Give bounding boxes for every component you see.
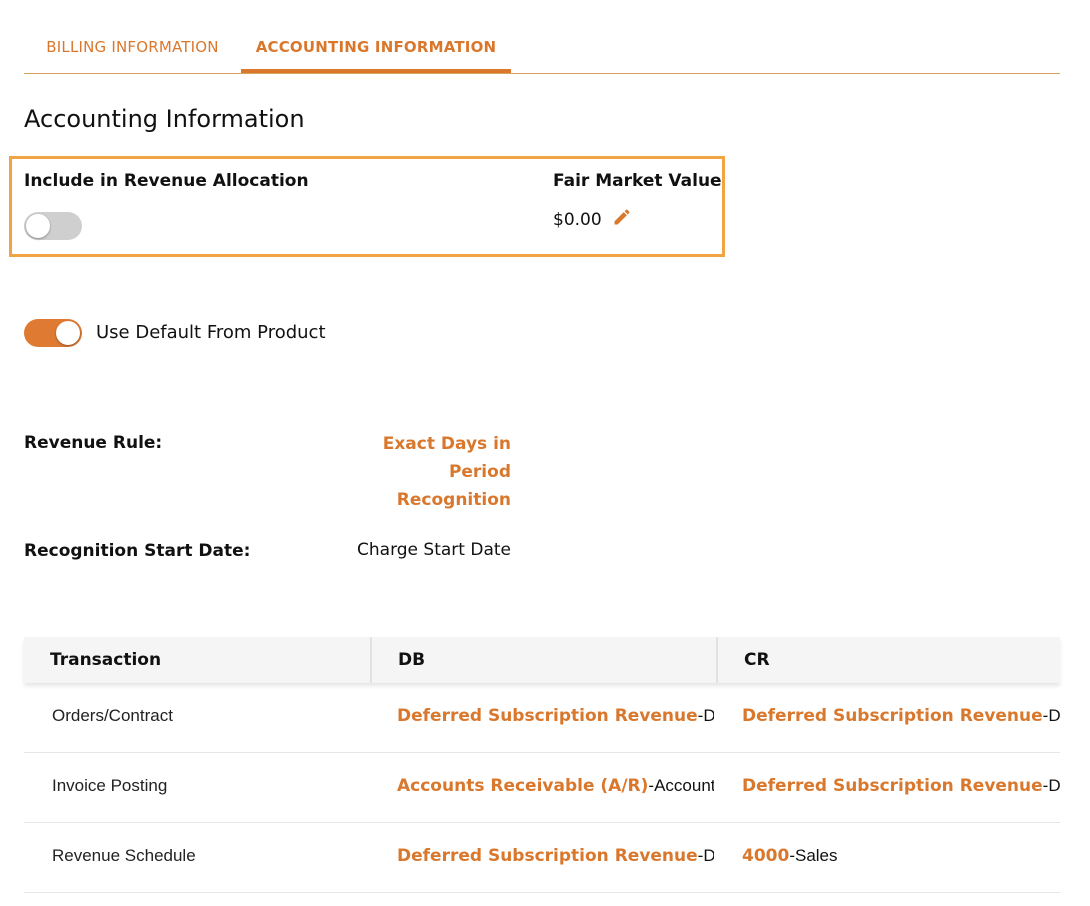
tab-billing-information[interactable]: BILLING INFORMATION bbox=[24, 24, 241, 73]
toggle-knob bbox=[56, 321, 80, 345]
table-row: Invoice Posting Accounts Receivable (A/R… bbox=[24, 753, 1060, 823]
cr-account-link[interactable]: Deferred Subscription Revenue bbox=[742, 706, 1043, 726]
fair-market-value-label: Fair Market Value bbox=[553, 171, 722, 191]
db-cell: Deferred Subscription Revenue-Deferred S… bbox=[397, 823, 714, 891]
table-header: Transaction DB CR bbox=[24, 637, 1060, 683]
transaction-cell: Orders/Contract bbox=[52, 706, 173, 725]
use-default-label: Use Default From Product bbox=[96, 322, 326, 343]
recognition-start-date-value: Charge Start Date bbox=[357, 540, 511, 560]
use-default-toggle[interactable] bbox=[24, 319, 82, 347]
cr-account-desc: -Deferred Subscription Revenue bbox=[1042, 706, 1060, 725]
accounting-table: Transaction DB CR Orders/Contract Deferr… bbox=[24, 637, 1060, 893]
revenue-rule-link[interactable]: Exact Days in Period Recognition bbox=[360, 430, 511, 514]
db-cell: Accounts Receivable (A/R)-Accounts Recei… bbox=[397, 753, 714, 821]
db-cell: Deferred Subscription Revenue-Deferred S… bbox=[397, 683, 714, 751]
db-account-link[interactable]: Accounts Receivable (A/R) bbox=[397, 776, 648, 796]
fair-market-value: $0.00 bbox=[553, 210, 602, 230]
cr-account-link[interactable]: Deferred Subscription Revenue bbox=[742, 776, 1043, 796]
transaction-cell: Revenue Schedule bbox=[52, 846, 196, 865]
tab-bar: BILLING INFORMATION ACCOUNTING INFORMATI… bbox=[24, 24, 1060, 74]
cr-cell: Deferred Subscription Revenue-Deferred S… bbox=[742, 683, 1060, 751]
column-header-db: DB bbox=[370, 637, 716, 683]
revenue-rule-label: Revenue Rule: bbox=[24, 433, 163, 453]
tab-accounting-information[interactable]: ACCOUNTING INFORMATION bbox=[241, 24, 511, 73]
db-account-link[interactable]: Deferred Subscription Revenue bbox=[397, 846, 698, 866]
db-account-desc: -Deferred Subscription Revenue bbox=[697, 846, 714, 865]
page-title: Accounting Information bbox=[24, 105, 305, 133]
include-revenue-allocation-toggle[interactable] bbox=[24, 212, 82, 240]
db-account-desc: -Deferred Subscription Revenue bbox=[697, 706, 714, 725]
db-account-link[interactable]: Deferred Subscription Revenue bbox=[397, 706, 698, 726]
table-row: Revenue Schedule Deferred Subscription R… bbox=[24, 823, 1060, 893]
cr-account-desc: -Sales bbox=[789, 846, 838, 865]
pencil-icon[interactable] bbox=[612, 207, 632, 227]
cr-cell: 4000-Sales bbox=[742, 823, 1060, 891]
cr-account-link[interactable]: 4000 bbox=[742, 846, 789, 866]
table-row: Orders/Contract Deferred Subscription Re… bbox=[24, 683, 1060, 753]
cr-cell: Deferred Subscription Revenue-Deferred S… bbox=[742, 753, 1060, 821]
include-revenue-allocation-label: Include in Revenue Allocation bbox=[24, 171, 309, 191]
cr-account-desc: -Deferred Subscription Revenue bbox=[1042, 776, 1060, 795]
column-header-cr: CR bbox=[716, 637, 1060, 683]
db-account-desc: -Accounts Receivable bbox=[648, 776, 714, 795]
toggle-knob bbox=[26, 214, 50, 238]
transaction-cell: Invoice Posting bbox=[52, 776, 168, 795]
column-header-transaction: Transaction bbox=[50, 650, 162, 670]
recognition-start-date-label: Recognition Start Date: bbox=[24, 541, 251, 561]
